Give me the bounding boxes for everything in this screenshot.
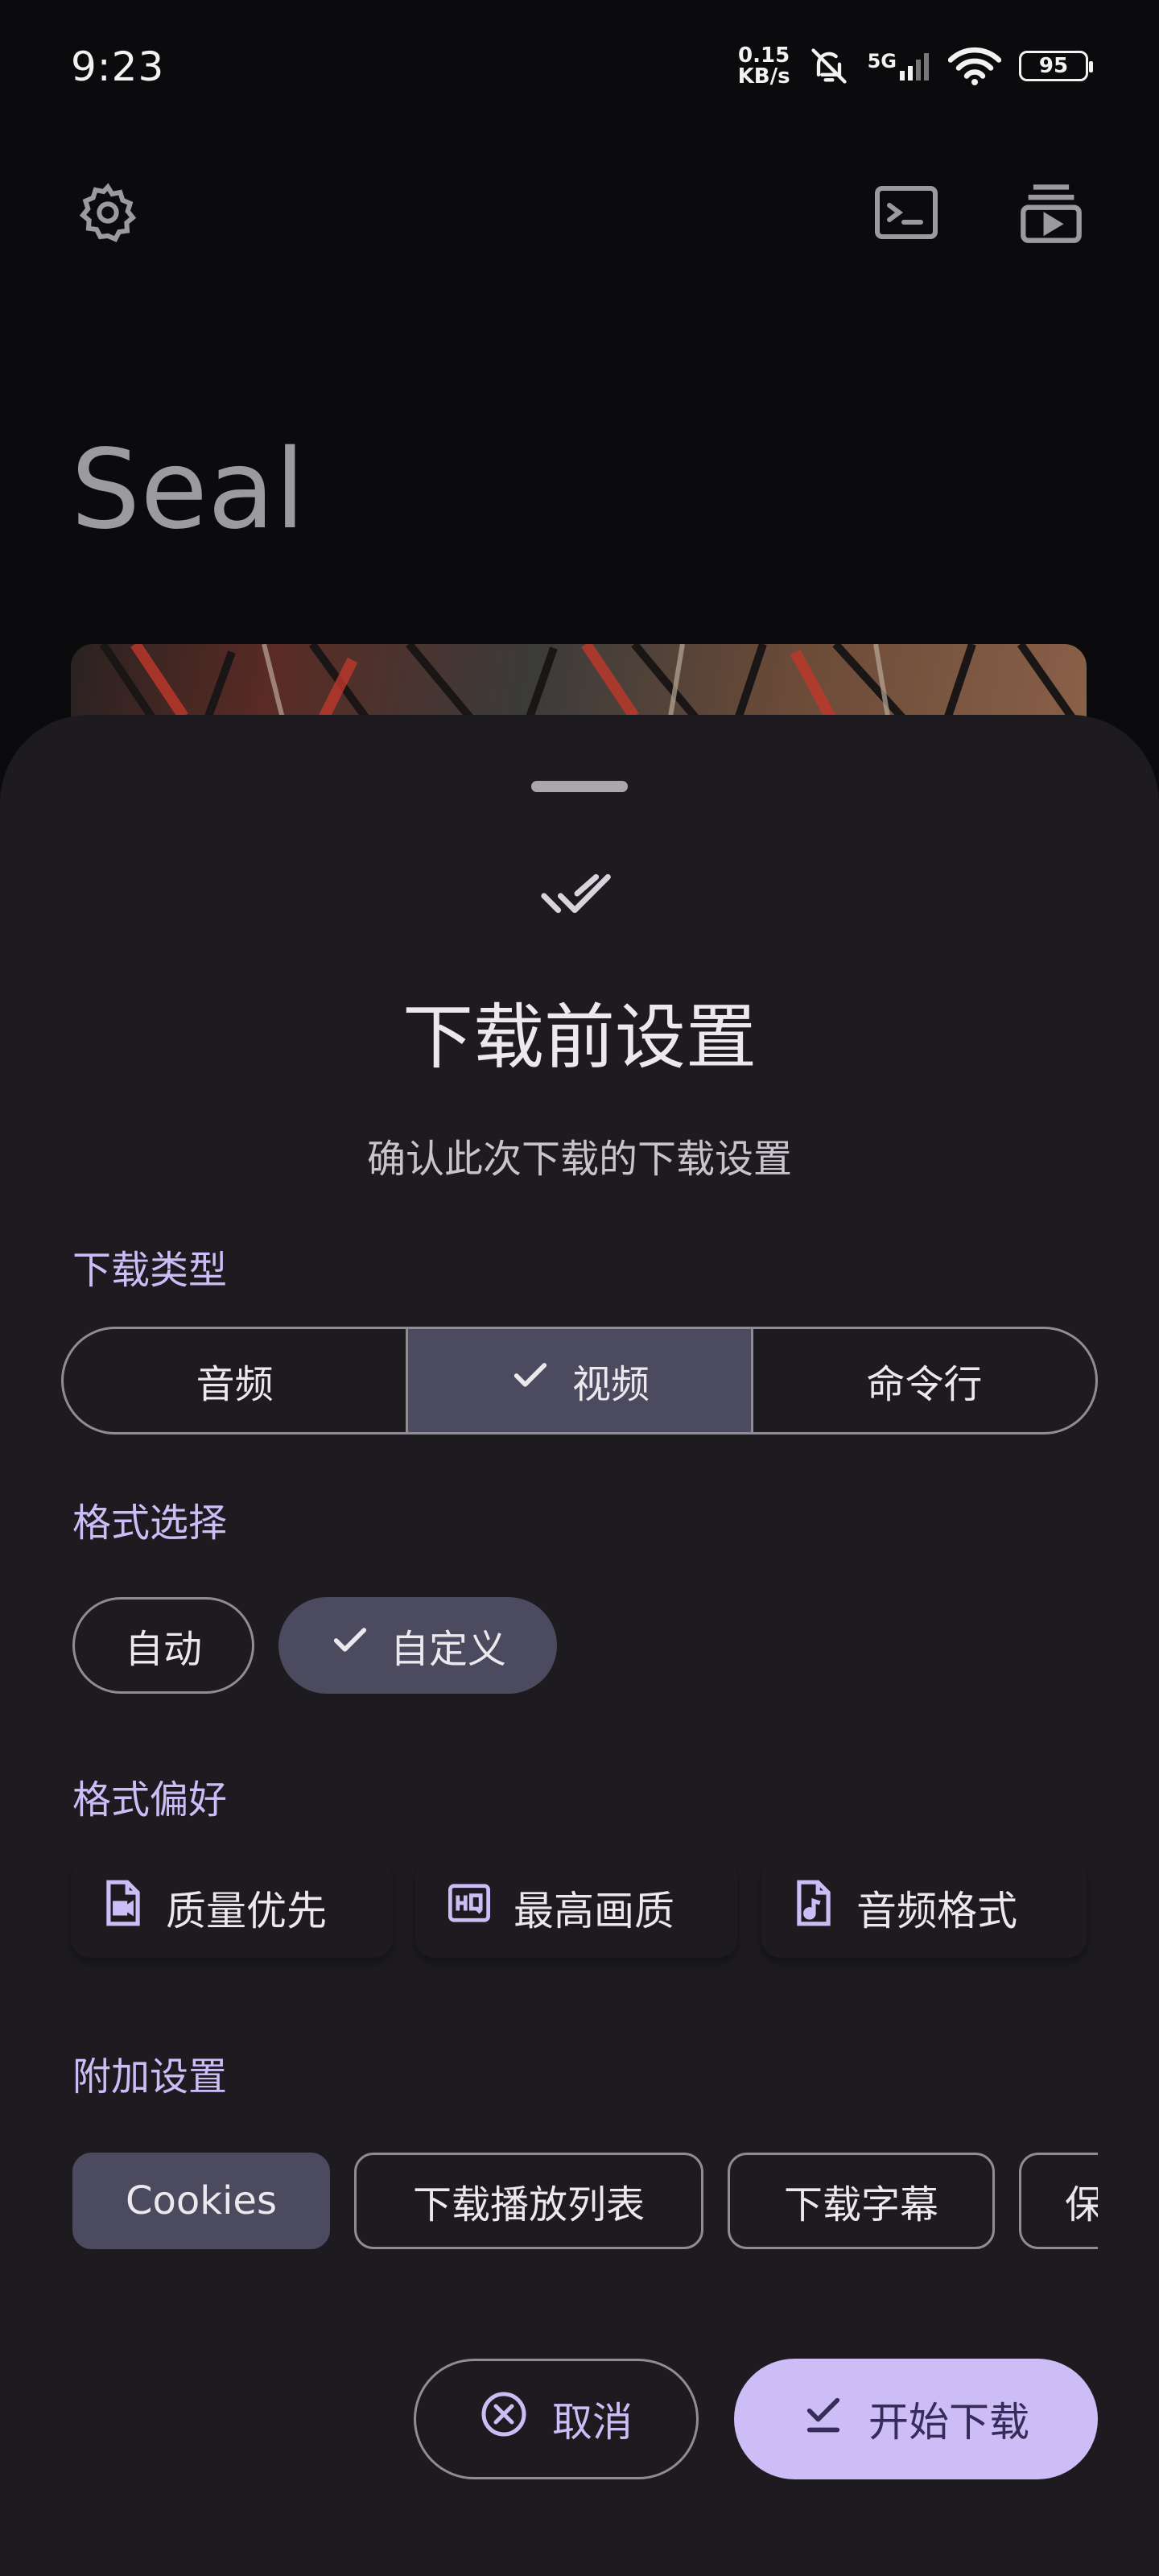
start-download-button[interactable]: 开始下载 [734, 2359, 1098, 2479]
additional-settings-label: 附加设置 [72, 2054, 228, 2099]
segment-video[interactable]: 视频 [408, 1329, 753, 1432]
format-selection-label: 格式选择 [72, 1501, 228, 1546]
audio-file-icon [792, 1878, 835, 1938]
cancel-button-label: 取消 [552, 2399, 633, 2446]
gear-icon [76, 180, 140, 248]
sheet-subtitle: 确认此次下载的下载设置 [366, 1137, 792, 1182]
additional-settings-row: Cookies 下载播放列表 下载字幕 保 [0, 2153, 1098, 2252]
check-icon [509, 1355, 551, 1406]
chip-custom[interactable]: 自定义 [278, 1597, 557, 1694]
pref-audio-format-label: 音频格式 [856, 1888, 1017, 1934]
start-download-label: 开始下载 [868, 2399, 1029, 2446]
chip-custom-label: 自定义 [390, 1627, 506, 1672]
segment-command[interactable]: 命令行 [753, 1329, 1095, 1432]
screen: 9:23 0.15 KB/s 5G 95 Seal 下载前设置 确认此次下载的下… [0, 0, 1159, 2576]
app-title: Seal [71, 427, 306, 554]
sheet-title: 下载前设置 [402, 996, 757, 1079]
segment-command-label: 命令行 [866, 1362, 983, 1407]
chip-auto[interactable]: 自动 [72, 1597, 254, 1694]
pre-download-settings-sheet: 下载前设置 确认此次下载的下载设置 下载类型 音频 视频 命令行 格式选择 自动 [0, 715, 1159, 2576]
chip-download-playlist-label: 下载播放列表 [412, 2182, 645, 2227]
video-file-icon [101, 1878, 145, 1938]
chip-save-truncated-label: 保 [1065, 2173, 1098, 2229]
download-type-label: 下载类型 [72, 1248, 228, 1293]
net-speed-value: 0.15 [738, 43, 790, 68]
net-speed-unit: KB/s [737, 64, 790, 89]
chip-cookies-label: Cookies [126, 2178, 277, 2223]
cellular-signal-icon: 5G [868, 50, 930, 82]
terminal-icon [872, 184, 940, 245]
format-preference-label: 格式偏好 [72, 1777, 228, 1823]
net-speed: 0.15 KB/s [738, 45, 790, 87]
notifications-muted-icon [808, 45, 850, 87]
battery-level: 95 [1038, 54, 1069, 78]
segment-audio[interactable]: 音频 [64, 1329, 409, 1432]
segment-video-label: 视频 [571, 1362, 650, 1407]
wifi-icon [948, 46, 1001, 86]
chip-download-playlist[interactable]: 下载播放列表 [354, 2153, 703, 2249]
chip-download-subtitles-label: 下载字幕 [783, 2182, 938, 2227]
pref-quality-first-label: 质量优先 [166, 1888, 327, 1934]
chip-save-truncated[interactable]: 保 [1019, 2153, 1098, 2249]
status-time: 9:23 [71, 43, 165, 90]
settings-button[interactable] [69, 175, 146, 253]
terminal-button[interactable] [868, 175, 945, 253]
status-icons: 0.15 KB/s 5G 95 [738, 45, 1093, 87]
download-done-icon [802, 2393, 844, 2445]
download-queue-button[interactable] [1013, 175, 1090, 253]
network-type: 5G [867, 50, 897, 72]
download-type-segmented: 音频 视频 命令行 [61, 1327, 1098, 1435]
pref-best-quality[interactable]: 最高画质 [415, 1858, 737, 1958]
pref-audio-format[interactable]: 音频格式 [761, 1858, 1087, 1958]
pref-quality-first[interactable]: 质量优先 [71, 1858, 393, 1958]
playlist-play-icon [1018, 180, 1084, 249]
chip-download-subtitles[interactable]: 下载字幕 [728, 2153, 995, 2249]
cancel-circle-icon [480, 2390, 528, 2448]
pref-best-quality-label: 最高画质 [514, 1888, 674, 1934]
drag-handle[interactable] [531, 781, 628, 792]
segment-audio-label: 音频 [196, 1362, 274, 1407]
chip-auto-label: 自动 [124, 1627, 202, 1672]
hq-icon [446, 1882, 493, 1934]
check-icon [329, 1620, 371, 1671]
battery-indicator: 95 [1019, 51, 1093, 81]
cancel-button[interactable]: 取消 [414, 2359, 699, 2479]
done-all-icon [539, 865, 620, 926]
chip-cookies[interactable]: Cookies [72, 2153, 330, 2249]
